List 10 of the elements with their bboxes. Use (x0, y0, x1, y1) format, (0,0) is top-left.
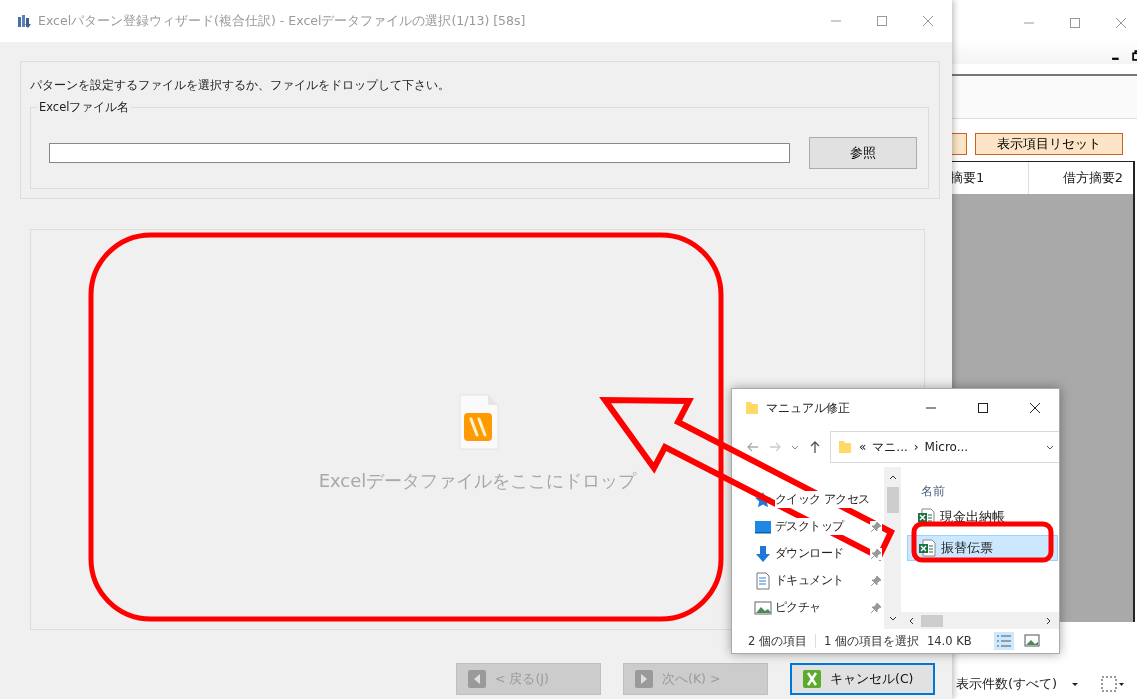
status-text: 1 個の項目を選択 (824, 633, 919, 649)
window-title: マニュアル修正 (766, 399, 850, 417)
group-label: Excelファイル名 (37, 100, 132, 115)
instruction-text: パターンを設定するファイルを選択するか、ファイルをドロップして下さい。 (30, 78, 451, 93)
breadcrumb-text: « (859, 440, 867, 454)
window-title: Excelパターン登録ウィザード(複合仕訳) - Excelデータファイルの選択(1/13) [58s] (38, 12, 526, 30)
breadcrumb-separator: › (913, 440, 919, 454)
status-text: 14.0 KB (926, 634, 972, 648)
status-text: 2 個の項目 (748, 633, 807, 649)
drop-hint: Excelデータファイルをここにドロップ (318, 469, 637, 493)
